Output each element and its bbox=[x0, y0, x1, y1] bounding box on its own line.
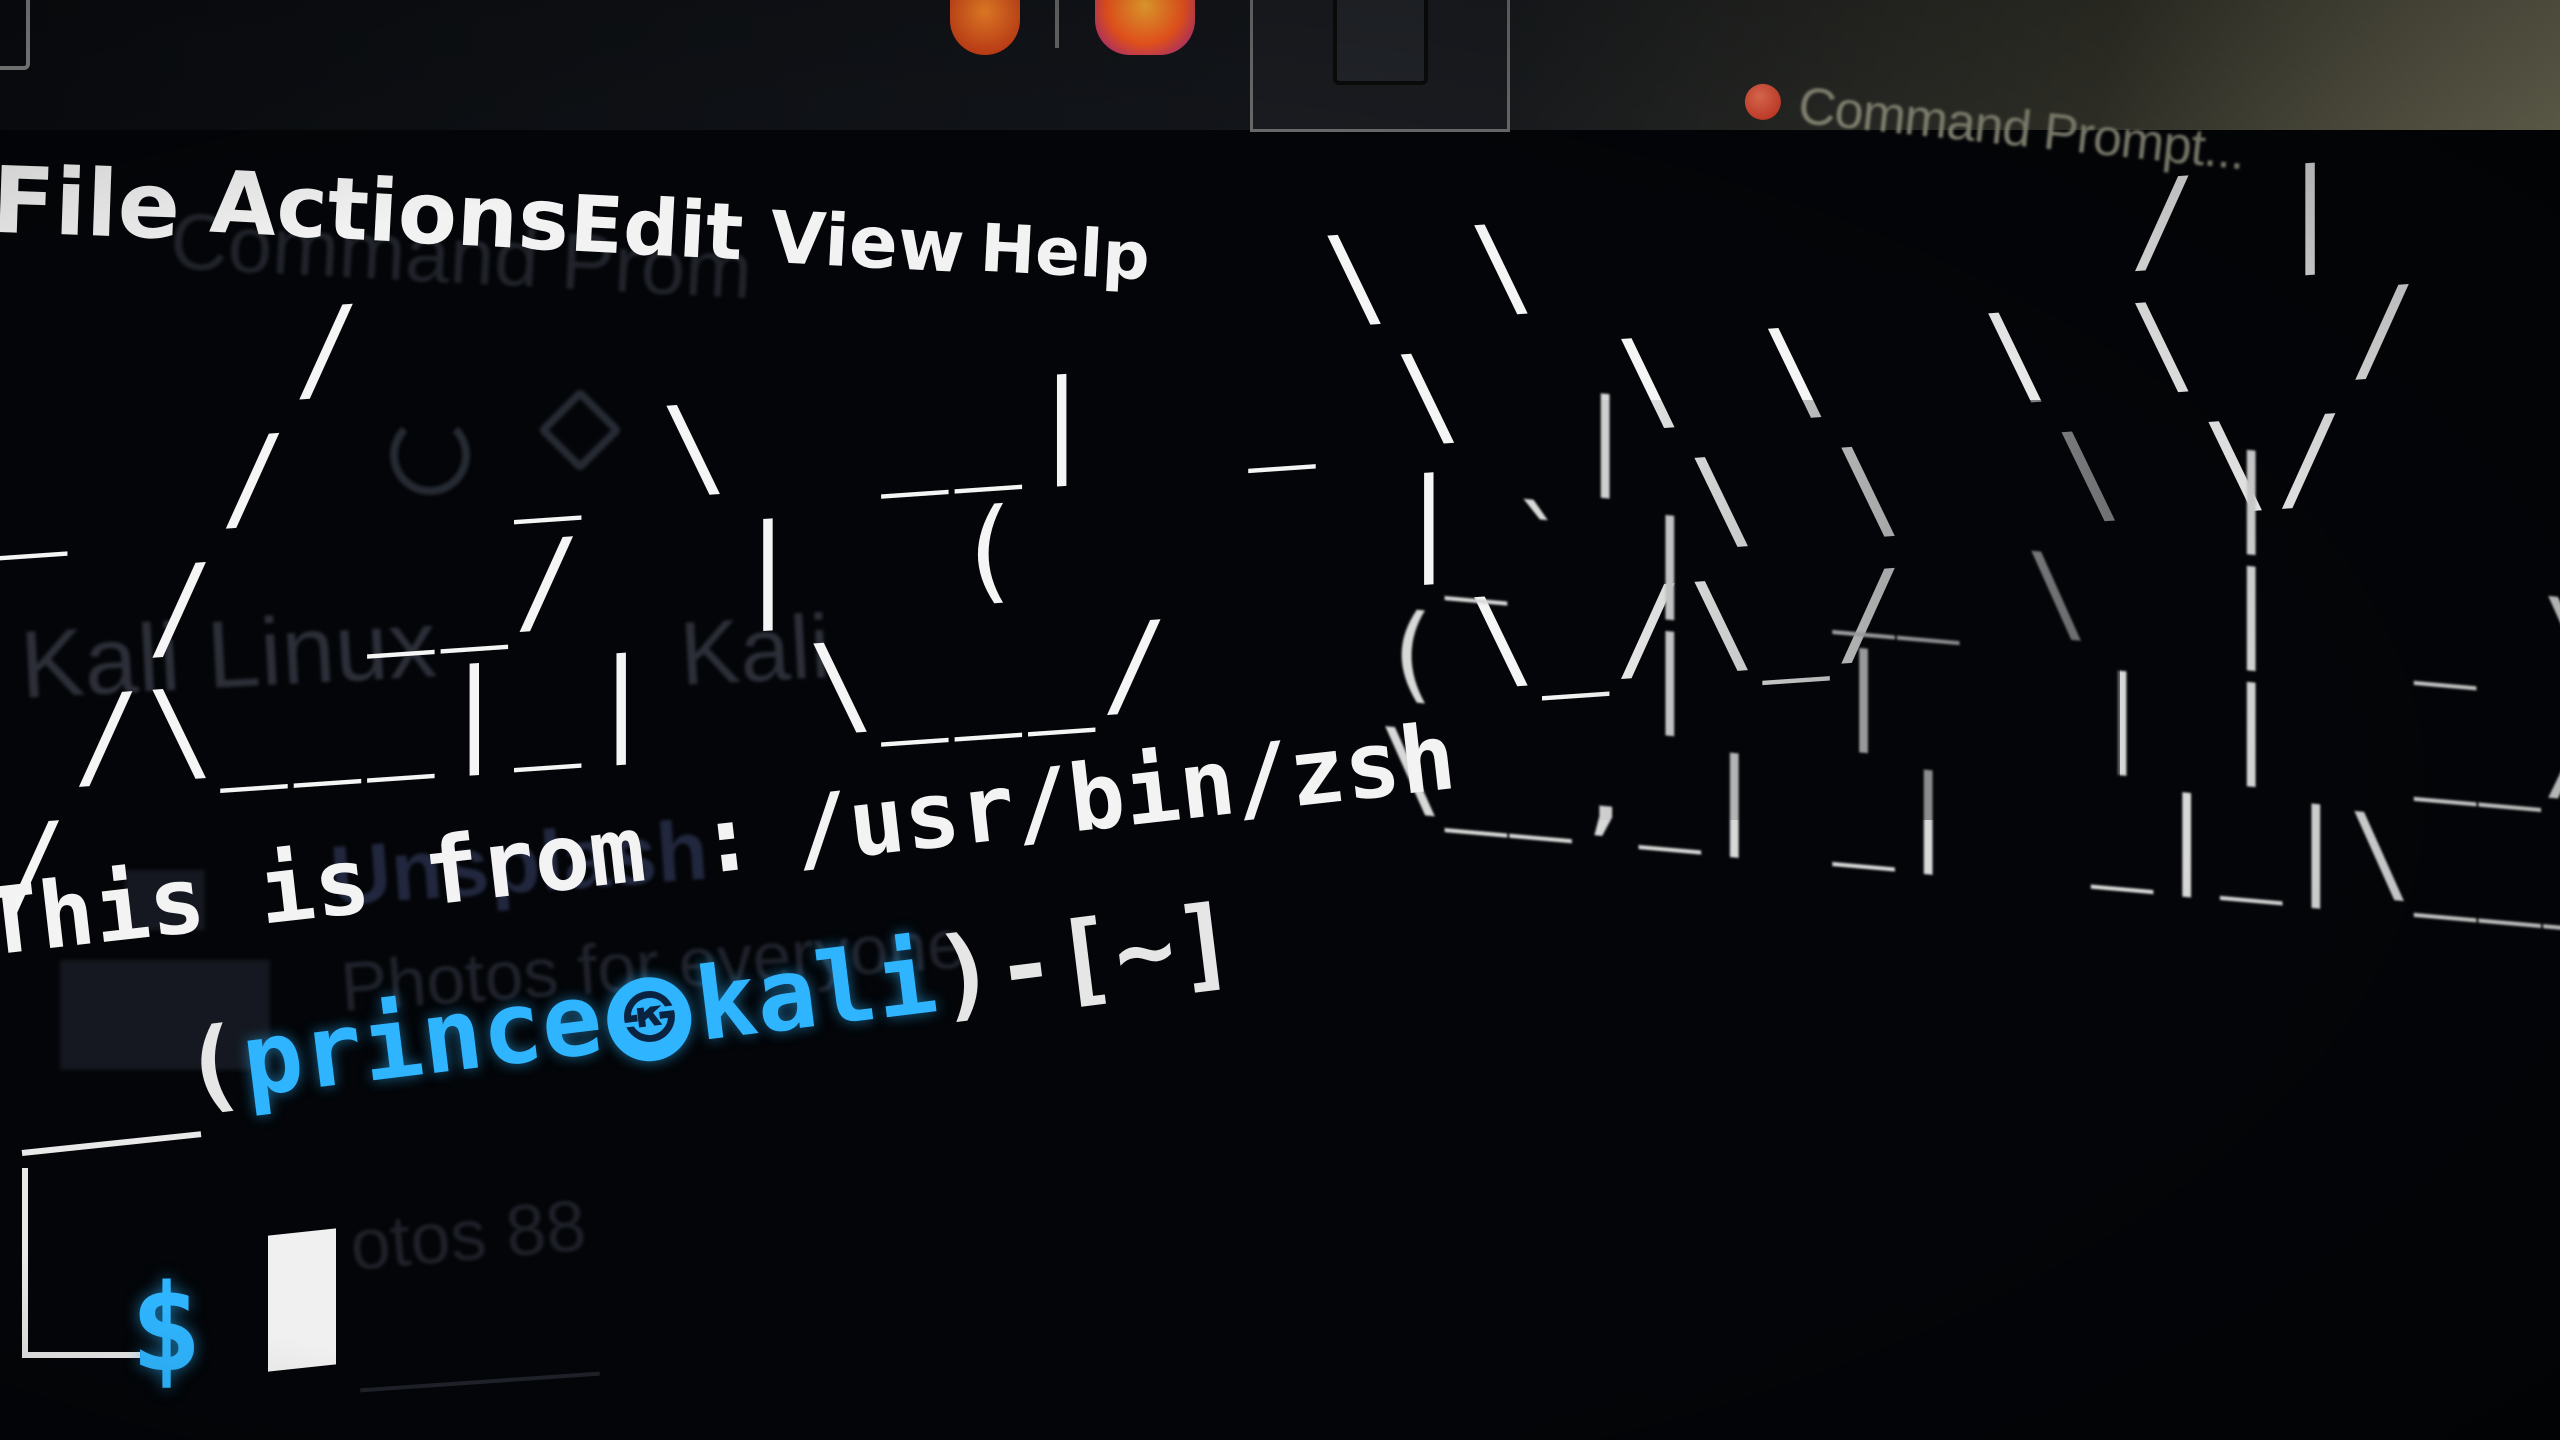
window-icon[interactable] bbox=[0, 0, 30, 70]
menu-actions[interactable]: Actions bbox=[208, 153, 572, 272]
menu-file[interactable]: File bbox=[0, 147, 182, 261]
prompt-close: )-[ bbox=[928, 896, 1122, 1035]
app-red-icon[interactable] bbox=[950, 0, 1020, 55]
prompt-corner-left bbox=[22, 1168, 28, 1358]
terminal-icon bbox=[1333, 0, 1428, 85]
prompt-corner-bottom bbox=[22, 1352, 140, 1358]
prompt-user: prince bbox=[235, 959, 609, 1120]
taskbar-divider bbox=[1055, 0, 1059, 48]
prompt-symbol: $ bbox=[130, 1260, 203, 1399]
taskbar: Command Prompt... bbox=[0, 0, 2560, 181]
firefox-icon[interactable] bbox=[1095, 0, 1195, 55]
terminal-cursor[interactable] bbox=[268, 1228, 336, 1372]
prompt-corner-top bbox=[21, 1131, 202, 1156]
ghost-text-count: otos 88 bbox=[346, 1185, 590, 1287]
ghost-underline bbox=[360, 1371, 600, 1393]
kali-at-icon: ㉿ bbox=[602, 972, 697, 1066]
command-prompt-icon bbox=[1743, 82, 1783, 122]
taskbar-active-terminal[interactable] bbox=[1250, 0, 1510, 132]
prompt-end: ] bbox=[1167, 881, 1242, 1006]
